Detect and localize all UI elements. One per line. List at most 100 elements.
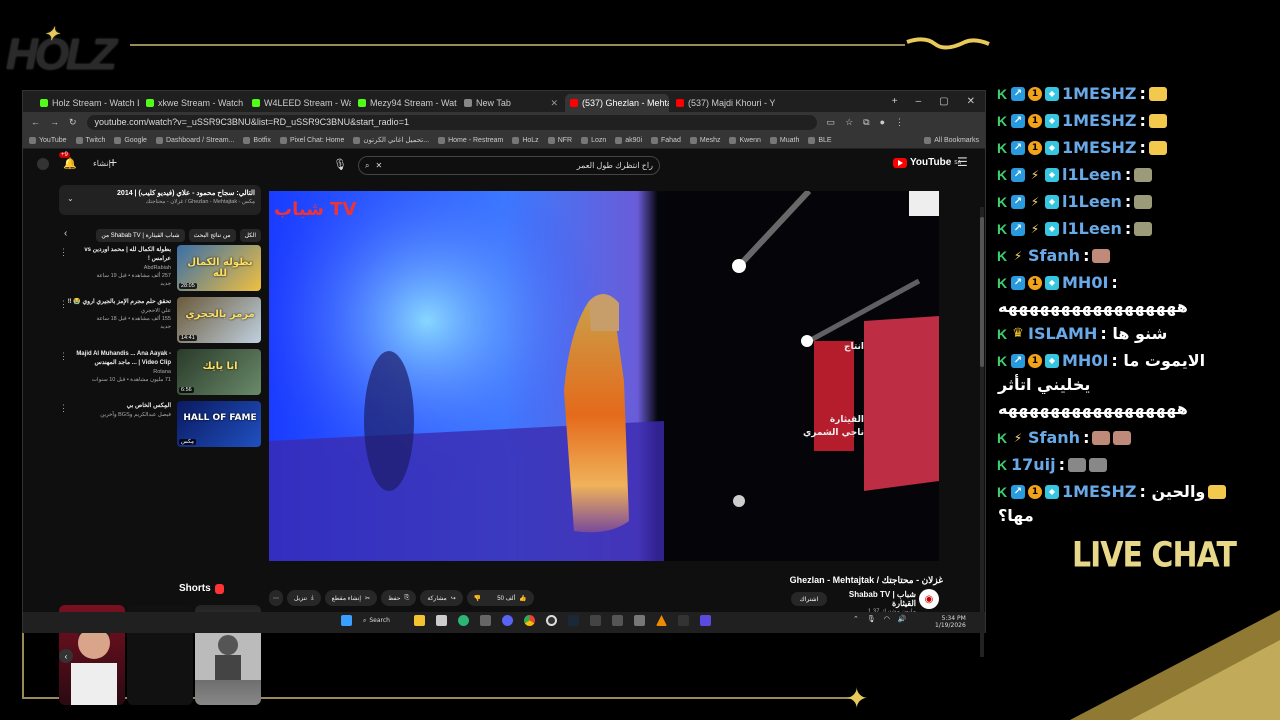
bell-icon[interactable]: 🔔	[63, 157, 77, 170]
search-icon[interactable]: ⌕	[365, 161, 369, 171]
bookmark-item[interactable]: Home - Restream	[438, 136, 503, 144]
mic-icon[interactable]: 🎙	[333, 158, 347, 171]
chat-username[interactable]: MH0I	[1062, 351, 1108, 370]
bookmark-item[interactable]: Lozn	[581, 136, 606, 144]
new-tab-icon[interactable]: +	[892, 96, 898, 107]
video-thumbnail[interactable]: بطوله الكمال لله 28:05	[177, 245, 261, 291]
extensions-icon[interactable]: ⧉	[863, 117, 869, 128]
video-player[interactable]: شباب TV انتاج القيثارة ناجي الشمري	[269, 191, 939, 561]
chevron-down-icon[interactable]: ⌄	[67, 194, 74, 203]
obs-icon[interactable]	[546, 615, 557, 626]
more-options-icon[interactable]: ⋮	[59, 299, 68, 310]
youtube-logo[interactable]: YouTube SA	[893, 157, 961, 168]
url-field[interactable]: youtube.com/watch?v=_uSSR9C3BNU&list=RD_…	[86, 114, 817, 130]
volume-icon[interactable]: 🔊	[898, 615, 907, 623]
bookmark-item[interactable]: Meshz	[689, 136, 720, 144]
minimize-icon[interactable]: –	[916, 96, 922, 107]
taskbar-search[interactable]: ⌕ Search	[363, 617, 403, 625]
back-icon[interactable]: ←	[31, 117, 40, 127]
bookmark-item[interactable]: Pixel Chat: Home	[279, 136, 344, 144]
browser-tab[interactable]: xkwe Stream - Watch Live on K✕	[141, 94, 245, 112]
chip-search[interactable]: من نتائج البحث	[188, 228, 236, 242]
more-options-icon[interactable]: ⋮	[59, 351, 68, 362]
clear-icon[interactable]: ✕	[375, 161, 382, 171]
bookmark-item[interactable]: تحميل اغاني الكرتون...	[353, 136, 429, 144]
chat-username[interactable]: ISLAMH	[1028, 324, 1097, 343]
recommended-video[interactable]: انا يايك 6:56 Majid Al Muhandis ... Ana …	[59, 349, 261, 395]
browser-tab[interactable]: Mezy94 Stream - Watch Live o✕	[353, 94, 457, 112]
more-options-icon[interactable]: ⋮	[59, 247, 68, 258]
search-input[interactable]: راح انتظرك طول العمر ⌕ ✕	[358, 156, 660, 175]
bookmark-item[interactable]: NFR	[547, 136, 572, 144]
windows-start-icon[interactable]	[341, 615, 352, 626]
bookmark-star-icon[interactable]: ☆	[845, 117, 853, 128]
all-bookmarks[interactable]: All Bookmarks	[924, 136, 979, 144]
close-tab-icon[interactable]: ✕	[550, 98, 558, 109]
chip-all[interactable]: الكل	[239, 228, 261, 242]
calculator-icon[interactable]	[480, 615, 491, 626]
edge-icon[interactable]	[458, 615, 469, 626]
recommended-video[interactable]: مزمز بالحجري 14:41 تحقق حلم مجرم الإمز ب…	[59, 297, 261, 343]
save-button[interactable]: حفظ ⎘	[381, 590, 417, 606]
store-icon[interactable]	[436, 615, 447, 626]
more-options-icon[interactable]: ⋮	[59, 403, 68, 414]
recommended-video[interactable]: بطوله الكمال لله 28:05 بطولة الكمال لله …	[59, 245, 261, 291]
vlc-icon[interactable]	[656, 615, 667, 626]
chat-username[interactable]: l1Leen	[1062, 165, 1122, 184]
discord-icon[interactable]	[502, 615, 513, 626]
bookmark-item[interactable]: Kwenn	[729, 136, 761, 144]
browser-tab[interactable]: W4LEED Stream - Watch Live o✕	[247, 94, 351, 112]
app-icon[interactable]	[612, 615, 623, 626]
video-thumbnail[interactable]: مزمز بالحجري 14:41	[177, 297, 261, 343]
recommended-video[interactable]: HALL OF FAME مِكس المِكس الخاص بي فيصل ع…	[59, 401, 261, 447]
file-explorer-icon[interactable]	[414, 615, 425, 626]
up-next-panel[interactable]: التالي: سجاح محمود - علاي (فيديو كليب) |…	[59, 185, 261, 215]
dislike-icon[interactable]: 👎	[474, 595, 481, 602]
reload-icon[interactable]: ↻	[69, 117, 77, 128]
bookmark-item[interactable]: HoLz	[512, 136, 539, 144]
chat-username[interactable]: 1MESHZ	[1062, 111, 1137, 130]
bookmark-item[interactable]: Muath	[769, 136, 799, 144]
bookmark-item[interactable]: Botfix	[243, 136, 271, 144]
subscribe-button[interactable]: اشتراك	[791, 592, 827, 606]
bookmark-item[interactable]: ak90i	[615, 136, 642, 144]
menu-icon[interactable]: ⋮	[895, 117, 904, 128]
like-icon[interactable]: 👍	[519, 595, 526, 602]
browser-tab[interactable]: (537) Ghezlan - Mehtajtak✕	[565, 94, 669, 112]
clip-button[interactable]: إنشاء مقطع ✂	[324, 590, 378, 606]
browser-tab[interactable]: New Tab ✕	[459, 94, 563, 112]
chat-username[interactable]: 17uij	[1011, 455, 1056, 474]
app-icon[interactable]	[678, 615, 689, 626]
bookmark-item[interactable]: Google	[114, 136, 147, 144]
bookmark-item[interactable]: Dashboard / Stream...	[155, 136, 234, 144]
chrome-icon[interactable]	[524, 615, 535, 626]
bookmark-item[interactable]: BLE	[808, 136, 832, 144]
forward-icon[interactable]: →	[50, 117, 59, 127]
app-icon[interactable]	[700, 615, 711, 626]
chat-username[interactable]: l1Leen	[1062, 192, 1122, 211]
browser-tab[interactable]: (537) Majdi Khouri - YouTube✕	[671, 94, 775, 112]
app-icon[interactable]	[634, 615, 645, 626]
shorts-prev-button[interactable]: ‹	[59, 649, 73, 663]
plus-icon[interactable]: +	[109, 154, 117, 170]
chat-username[interactable]: 1MESHZ	[1062, 482, 1137, 501]
share-button[interactable]: مشاركة ↪	[420, 590, 463, 606]
maximize-icon[interactable]: ▢	[939, 96, 948, 107]
channel-avatar[interactable]: ◉	[919, 589, 939, 609]
scrollbar-thumb[interactable]	[980, 217, 984, 367]
chat-username[interactable]: l1Leen	[1062, 219, 1122, 238]
app-icon[interactable]	[590, 615, 601, 626]
chat-username[interactable]: 1MESHZ	[1062, 138, 1137, 157]
avatar[interactable]	[37, 158, 49, 170]
taskbar-clock[interactable]: 5:34 PM 1/19/2026	[935, 615, 966, 629]
bookmark-item[interactable]: Twitch	[75, 136, 105, 144]
video-thumbnail[interactable]: انا يايك 6:56	[177, 349, 261, 395]
chip-channel[interactable]: من Shabab TV | شباب القيثارة	[96, 228, 185, 242]
chat-username[interactable]: MH0I	[1062, 273, 1108, 292]
cast-icon[interactable]: ▭	[827, 117, 836, 128]
more-button[interactable]: ⋯	[269, 590, 283, 606]
video-thumbnail[interactable]: HALL OF FAME مِكس	[177, 401, 261, 447]
chevron-up-icon[interactable]: ⌃	[853, 615, 859, 623]
download-button[interactable]: تنزيل ⤓	[287, 590, 321, 606]
bookmark-item[interactable]: YouTube	[29, 136, 67, 144]
